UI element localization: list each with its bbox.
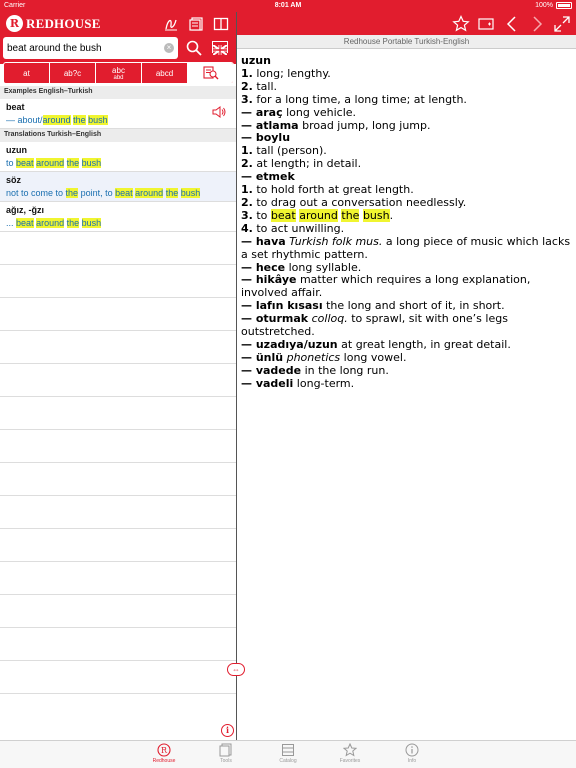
- flashcard-add-icon[interactable]: [477, 15, 495, 33]
- tab-label: Tools: [220, 758, 232, 764]
- entry-line: — hikâye matter which requires a long ex…: [241, 273, 531, 300]
- empty-row: [0, 628, 236, 661]
- uk-flag-icon[interactable]: [212, 41, 228, 56]
- tab-tools[interactable]: Tools: [206, 743, 246, 768]
- result-headword: beat: [6, 102, 25, 112]
- book-icon[interactable]: [213, 16, 229, 32]
- empty-row: [0, 298, 236, 331]
- list-item[interactable]: beat — about/around the bush: [0, 99, 236, 129]
- clock: 8:01 AM: [274, 2, 302, 9]
- tab-label: Catalog: [279, 758, 297, 764]
- speaker-icon[interactable]: [212, 106, 226, 118]
- result-translation: — about/around the bush: [6, 115, 108, 125]
- mode-reverse[interactable]: abcd: [142, 63, 188, 83]
- info-icon[interactable]: i: [221, 724, 234, 737]
- list-item[interactable]: ağız, -ğzı ... beat around the bush: [0, 202, 236, 232]
- clear-icon[interactable]: ×: [164, 43, 174, 53]
- result-headword: uzun: [6, 145, 27, 155]
- redhouse-logo-icon: R: [157, 743, 171, 757]
- tools-icon: [219, 743, 232, 757]
- fuzzy-search-icon: abc: [112, 65, 125, 75]
- search-box[interactable]: ×: [3, 37, 178, 59]
- back-icon[interactable]: [503, 15, 521, 33]
- forward-icon[interactable]: [528, 15, 546, 33]
- section-header-translations: Translations Turkish–English: [0, 129, 236, 142]
- tab-info[interactable]: Info: [392, 743, 432, 768]
- tab-label: Info: [407, 758, 417, 764]
- tab-bar: R Redhouse Tools Catalog Favorites Info: [0, 740, 576, 768]
- right-header: [237, 12, 576, 35]
- list-item-selected[interactable]: söz not to come to the point, to beat ar…: [0, 172, 236, 202]
- section-header-examples: Examples English–Turkish: [0, 86, 236, 99]
- entry-line: 2. to drag out a conversation needlessly…: [241, 195, 467, 209]
- entry-line: — oturmak colloq. to sprawl, sit with on…: [241, 312, 508, 339]
- empty-row: [0, 562, 236, 595]
- empty-row: [0, 496, 236, 529]
- svg-text:R: R: [161, 746, 168, 755]
- dictionary-subtitle: Redhouse Portable Turkish-English: [237, 35, 576, 49]
- left-header: R REDHOUSE: [0, 12, 236, 35]
- battery-percent: 100%: [535, 2, 553, 9]
- tab-favorites[interactable]: Favorites: [330, 743, 370, 768]
- empty-row: [0, 661, 236, 694]
- result-translation: to beat around the bush: [6, 158, 102, 168]
- tab-redhouse[interactable]: R Redhouse: [144, 743, 184, 768]
- entry-line: — atlama broad jump, long jump.: [241, 118, 431, 132]
- result-headword: söz: [6, 175, 22, 185]
- split-resize-handle[interactable]: ⇔: [227, 663, 245, 676]
- handwriting-icon[interactable]: [163, 16, 179, 32]
- left-panel: R REDHOUSE × at ab?c abc: [0, 12, 236, 740]
- search-icon[interactable]: [185, 39, 203, 57]
- fulltext-search-icon: [202, 66, 218, 80]
- flashcards-icon[interactable]: [188, 16, 204, 32]
- panel-divider: [236, 12, 237, 740]
- dictionary-entry: uzun 1. long; lengthy. 2. tall. 3. for a…: [241, 54, 573, 391]
- battery-indicator: 100%: [535, 2, 572, 9]
- exact-search-icon: at: [23, 68, 30, 78]
- tab-catalog[interactable]: Catalog: [268, 743, 308, 768]
- result-headword: ağız, -ğzı: [6, 205, 44, 215]
- empty-row: [0, 430, 236, 463]
- empty-row: [0, 364, 236, 397]
- star-icon: [343, 743, 357, 757]
- results-list: Examples English–Turkish beat — about/ar…: [0, 86, 236, 694]
- tab-label: Favorites: [339, 758, 361, 764]
- empty-row: [0, 595, 236, 628]
- search-row: ×: [0, 35, 236, 64]
- tab-label: Redhouse: [152, 758, 176, 764]
- empty-row: [0, 529, 236, 562]
- mode-fulltext[interactable]: [188, 63, 233, 83]
- entry-line: 1. long; lengthy.: [241, 66, 331, 80]
- battery-icon: [556, 2, 572, 9]
- expand-icon[interactable]: [553, 15, 571, 33]
- app-logo: R REDHOUSE: [6, 15, 101, 32]
- entry-line: — vadeli long-term.: [241, 376, 355, 390]
- app-brand: REDHOUSE: [26, 15, 101, 31]
- empty-row: [0, 265, 236, 298]
- result-translation: not to come to the point, to beat around…: [6, 188, 201, 198]
- empty-row: [0, 463, 236, 496]
- redhouse-seal-icon: R: [6, 15, 23, 32]
- result-translation: ... beat around the bush: [6, 218, 102, 228]
- favorite-star-icon[interactable]: [452, 15, 470, 33]
- empty-row: [0, 232, 236, 265]
- wildcard-search-icon: ab?c: [63, 68, 82, 78]
- fuzzy-search-sub: abd: [113, 75, 124, 81]
- status-bar: Carrier 8:01 AM 100%: [0, 0, 576, 12]
- empty-row: [0, 331, 236, 364]
- list-item[interactable]: uzun to beat around the bush: [0, 142, 236, 172]
- mode-fuzzy[interactable]: abc abd: [96, 63, 142, 83]
- empty-row: [0, 397, 236, 430]
- catalog-icon: [282, 744, 294, 756]
- reverse-search-icon: abcd: [155, 68, 174, 78]
- search-input[interactable]: [7, 41, 157, 55]
- mode-wildcard[interactable]: ab?c: [50, 63, 96, 83]
- search-mode-bar: at ab?c abc abd abcd: [3, 62, 234, 84]
- mode-exact[interactable]: at: [4, 63, 50, 83]
- info-icon: [405, 743, 419, 757]
- entry-line: — hava Turkish folk mus. a long piece of…: [241, 234, 571, 261]
